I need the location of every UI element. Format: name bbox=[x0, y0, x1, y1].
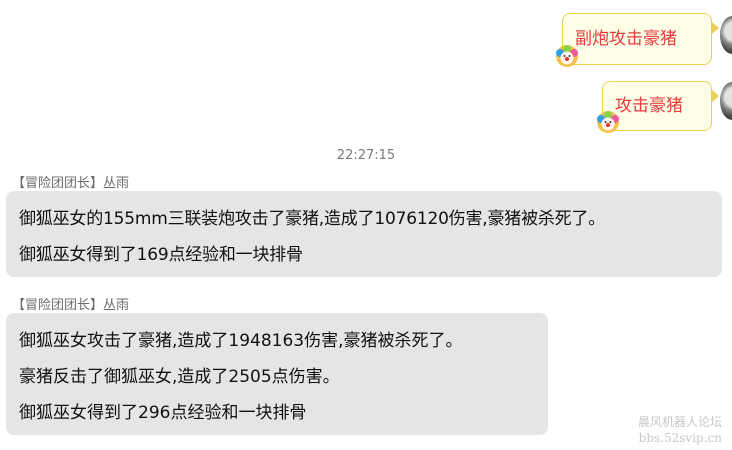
message-line: 豪猪反击了御狐巫女,造成了2505点伤害。 bbox=[19, 367, 340, 387]
sender-name[interactable]: 丛雨 bbox=[103, 176, 129, 191]
clown-icon bbox=[596, 110, 620, 134]
incoming-message-bubble[interactable]: 御狐巫女的155mm三联装炮攻击了豪猪,造成了1076120伤害,豪猪被杀死了。… bbox=[6, 191, 722, 277]
sender-role: 【冒险团团长】 bbox=[12, 298, 104, 313]
avatar-icon[interactable] bbox=[720, 82, 732, 120]
message-line: 御狐巫女得到了296点经验和一块排骨 bbox=[19, 403, 307, 423]
sender-name[interactable]: 丛雨 bbox=[103, 298, 129, 313]
bubble-tail bbox=[712, 22, 719, 34]
message-line: 御狐巫女的155mm三联装炮攻击了豪猪,造成了1076120伤害,豪猪被杀死了。 bbox=[19, 209, 606, 229]
message-timestamp: 22:27:15 bbox=[336, 148, 396, 163]
message-line: 御狐巫女得到了169点经验和一块排骨 bbox=[19, 245, 303, 265]
watermark: 晨风机器人论坛 bbs.52svip.cn bbox=[638, 414, 722, 446]
watermark-title: 晨风机器人论坛 bbox=[637, 415, 722, 429]
message-line: 御狐巫女攻击了豪猪,造成了1948163伤害,豪猪被杀死了。 bbox=[19, 331, 463, 351]
avatar-icon[interactable] bbox=[720, 16, 732, 54]
bubble-tail bbox=[712, 90, 719, 102]
watermark-url: bbs.52svip.cn bbox=[638, 431, 722, 445]
incoming-message-bubble[interactable]: 御狐巫女攻击了豪猪,造成了1948163伤害,豪猪被杀死了。 豪猪反击了御狐巫女… bbox=[6, 313, 548, 435]
outgoing-message-text: 副炮攻击豪猪 bbox=[575, 29, 677, 49]
clown-icon bbox=[555, 44, 579, 68]
outgoing-message-bubble[interactable]: 副炮攻击豪猪 bbox=[562, 13, 712, 65]
sender-role: 【冒险团团长】 bbox=[12, 176, 104, 191]
outgoing-message-text: 攻击豪猪 bbox=[615, 96, 683, 116]
sender-label: 【冒险团团长】丛雨 bbox=[12, 294, 129, 313]
sender-label: 【冒险团团长】丛雨 bbox=[12, 172, 129, 191]
